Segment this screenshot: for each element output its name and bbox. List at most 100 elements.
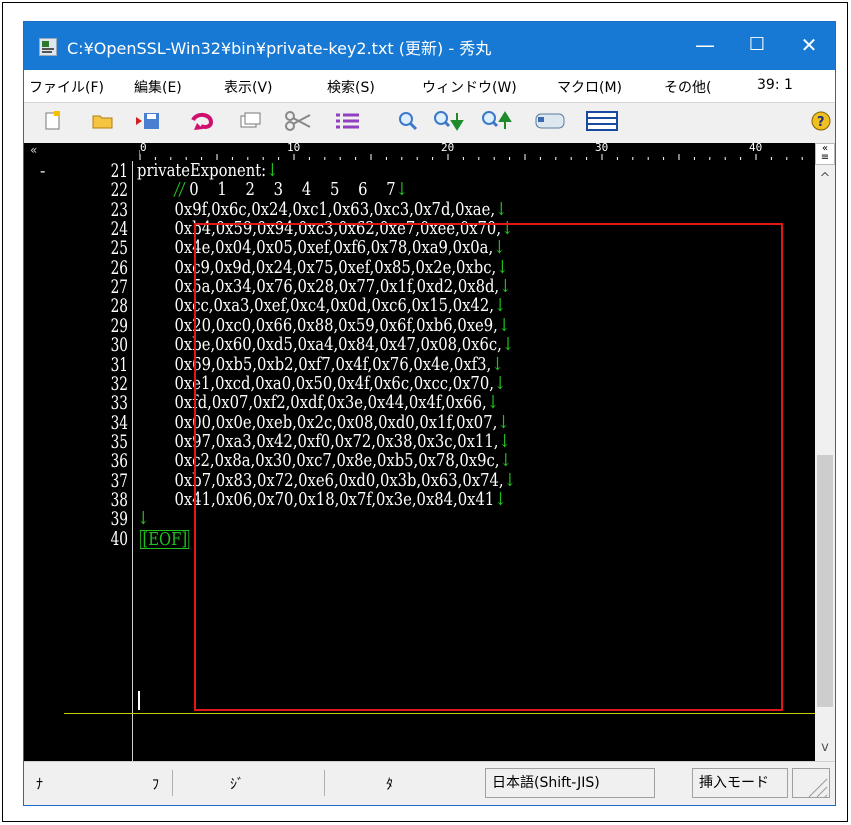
menu-other[interactable]: その他(	[664, 77, 711, 97]
encoding-indicator[interactable]: 日本語(Shift-JIS)	[485, 768, 655, 798]
editor-line[interactable]: 38 0x41,0x06,0x70,0x18,0x7f,0x3e,0x84,0x…	[24, 489, 815, 510]
line-number: 32	[110, 372, 128, 395]
line-text: 0xc9,0x9d,0x24,0x75,0xef,0x85,0x2e,0xbc,…	[137, 256, 509, 278]
line-text: 0xcc,0xa3,0xef,0xc4,0x0d,0xc6,0x15,0x42,…	[137, 295, 507, 317]
help-icon[interactable]: ?	[809, 110, 833, 136]
paste-icon[interactable]	[334, 110, 362, 136]
line-content: 0x9f,0x6c,0x24,0xc1,0x63,0xc3,0x7d,0xae,	[174, 198, 496, 220]
line-number: 27	[110, 276, 128, 299]
newline-mark-icon: ↓	[497, 314, 511, 336]
line-number: 30	[110, 334, 128, 357]
editor-line[interactable]: 27 0x5a,0x34,0x76,0x28,0x77,0x1f,0xd2,0x…	[24, 276, 815, 299]
split-window-icon[interactable]	[584, 110, 620, 136]
open-folder-icon[interactable]	[89, 110, 117, 136]
newline-mark-icon: ↓	[498, 430, 511, 452]
column-ruler: 0 10 20 30 40	[138, 143, 815, 161]
newline-mark-icon: ↓	[499, 450, 512, 472]
menu-macro[interactable]: マクロ(M)	[557, 77, 622, 97]
status-cell-3: ｼﾞ	[230, 777, 244, 793]
line-number: 23	[110, 198, 128, 221]
vertical-scrollbar[interactable]: «≡ ^ v	[815, 143, 835, 761]
resize-grip-icon[interactable]	[792, 768, 830, 798]
menu-file[interactable]: ファイル(F)	[29, 77, 104, 97]
editor-line[interactable]: 33 0xfd,0x07,0xf2,0xdf,0x3e,0x44,0x4f,0x…	[24, 394, 815, 413]
newline-mark-icon: ↓	[499, 276, 512, 298]
cut-icon[interactable]	[284, 110, 312, 136]
newline-mark-icon: ↓	[493, 295, 507, 317]
text-editor[interactable]: « 0 10 20 30 40 -21 privateExponent:↓ 22 /…	[24, 143, 815, 761]
editor-line[interactable]: 22 // 0 1 2 3 4 5 6 7↓	[24, 179, 815, 201]
menu-search[interactable]: 検索(S)	[327, 77, 375, 97]
editor-line[interactable]: - 21 privateExponent:↓	[24, 162, 815, 181]
maximize-button[interactable]: ☐	[731, 22, 783, 70]
fold-marker[interactable]: -	[40, 162, 45, 180]
line-text: 0x20,0xc0,0x66,0x88,0x59,0x6f,0xb6,0xe9,…	[137, 314, 511, 336]
editor-line[interactable]: 24 0xb4,0x59,0x94,0xc3,0x62,0xe7,0xee,0x…	[24, 218, 815, 240]
line-number: 25	[110, 237, 128, 260]
minimize-button[interactable]: —	[679, 22, 731, 70]
newline-mark-icon: ↓	[501, 218, 514, 240]
scroll-up-arrow-icon[interactable]: ^	[815, 171, 835, 191]
line-number: 36	[110, 450, 128, 473]
line-number: 37	[110, 469, 128, 492]
editor-line[interactable]: 39 ↓	[24, 508, 815, 531]
new-file-icon[interactable]	[39, 110, 67, 136]
editor-line[interactable]: 40 [EOF]	[24, 529, 815, 549]
line-number: 39	[110, 508, 128, 531]
editor-line[interactable]: 28 0xcc,0xa3,0xef,0xc4,0x0d,0xc6,0x15,0x…	[24, 295, 815, 317]
comment-marker: //	[174, 179, 185, 201]
insert-mode-indicator[interactable]: 挿入モード	[692, 768, 788, 798]
editor-line[interactable]: 26 0xc9,0x9d,0x24,0x75,0xef,0x85,0x2e,0x…	[24, 256, 815, 278]
ruler-toggle-button[interactable]: «≡	[815, 143, 835, 165]
menu-view[interactable]: 表示(V)	[224, 77, 273, 97]
tag-icon[interactable]	[532, 110, 568, 136]
save-icon[interactable]	[134, 110, 162, 136]
find-next-icon[interactable]	[432, 110, 466, 136]
menu-window[interactable]: ウィンドウ(W)	[422, 77, 517, 97]
hidemaru-app-icon[interactable]	[39, 38, 57, 56]
close-button[interactable]: ✕	[783, 22, 835, 70]
editor-line[interactable]: 36 0xc2,0x8a,0x30,0xc7,0x8e,0xb5,0x78,0x…	[24, 450, 815, 473]
newline-mark-icon: ↓	[493, 372, 507, 394]
status-separator	[324, 770, 325, 796]
editor-line[interactable]: 30 0xbe,0x60,0xd5,0xa4,0x84,0x47,0x08,0x…	[24, 334, 815, 357]
editor-line[interactable]: 25 0x4e,0x04,0x05,0xef,0xf6,0x78,0xa9,0x…	[24, 237, 815, 260]
copy-icon[interactable]	[237, 110, 265, 136]
editor-line[interactable]: 31 0x69,0xb5,0xb2,0xf7,0x4f,0x76,0x4e,0x…	[24, 355, 815, 374]
newline-mark-icon: ↓	[137, 508, 150, 530]
cursor-position: 39: 1	[757, 77, 793, 93]
line-text: 0xfd,0x07,0xf2,0xdf,0x3e,0x44,0x4f,0x66,…	[137, 394, 500, 412]
line-content: 0x4e,0x04,0x05,0xef,0xf6,0x78,0xa9,0x0a,	[174, 237, 494, 259]
editor-line[interactable]: 34 0x00,0x0e,0xeb,0x2c,0x08,0xd0,0x1f,0x…	[24, 411, 815, 434]
editor-line[interactable]: 35 0x97,0xa3,0x42,0xf0,0x72,0x38,0x3c,0x…	[24, 430, 815, 452]
line-content: 0x00,0x0e,0xeb,0x2c,0x08,0xd0,0x1f,0x07,	[174, 411, 498, 433]
search-icon[interactable]	[394, 110, 422, 136]
menu-edit[interactable]: 編集(E)	[134, 77, 182, 97]
double-chevron-left-icon[interactable]: «	[30, 143, 37, 157]
line-text: 0x9f,0x6c,0x24,0xc1,0x63,0xc3,0x7d,0xae,…	[137, 198, 508, 220]
find-prev-icon[interactable]	[480, 110, 514, 136]
editor-line[interactable]: 37 0xb7,0x83,0x72,0xe6,0xd0,0x3b,0x63,0x…	[24, 469, 815, 492]
line-content: 0xb4,0x59,0x94,0xc3,0x62,0xe7,0xee,0x70,	[174, 218, 502, 240]
ruler-mark-0: 0	[140, 143, 147, 154]
toolbar: ?	[24, 103, 835, 143]
ruler-mark-10: 10	[287, 143, 301, 154]
scrollbar-thumb[interactable]	[817, 455, 833, 707]
title-bar[interactable]: C:¥OpenSSL-Win32¥bin¥private-key2.txt (更…	[24, 22, 835, 70]
undo-icon[interactable]	[189, 110, 217, 136]
line-number: 34	[110, 411, 128, 434]
editor-line[interactable]: 23 0x9f,0x6c,0x24,0xc1,0x63,0xc3,0x7d,0x…	[24, 198, 815, 221]
line-content: 0xe1,0xcd,0xa0,0x50,0x4f,0x6c,0xcc,0x70,	[174, 372, 494, 394]
scroll-down-arrow-icon[interactable]: v	[815, 740, 835, 760]
line-content: 0xc9,0x9d,0x24,0x75,0xef,0x85,0x2e,0xbc,	[174, 256, 497, 278]
editor-line[interactable]: 29 0x20,0xc0,0x66,0x88,0x59,0x6f,0xb6,0x…	[24, 314, 815, 336]
line-text: ↓	[137, 510, 149, 528]
line-content: 0x5a,0x34,0x76,0x28,0x77,0x1f,0xd2,0x8d,	[174, 276, 500, 298]
editor-line[interactable]: 32 0xe1,0xcd,0xa0,0x50,0x4f,0x6c,0xcc,0x…	[24, 372, 815, 395]
